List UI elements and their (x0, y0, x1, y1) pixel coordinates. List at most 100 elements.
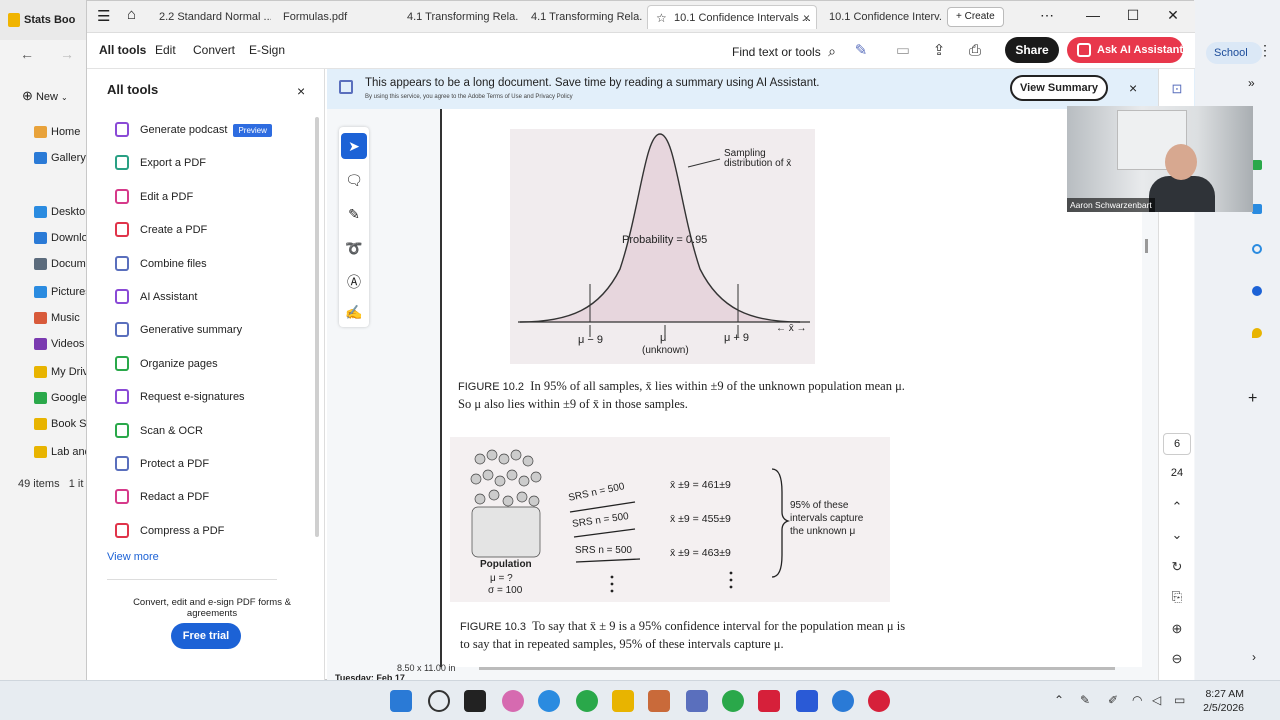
task-view-icon[interactable] (464, 690, 486, 712)
menu-convert[interactable]: Convert (193, 43, 235, 57)
settings-icon[interactable] (648, 690, 670, 712)
tool-generative-summary[interactable]: Generative summary (115, 319, 315, 341)
search-icon[interactable] (428, 690, 450, 712)
share-button[interactable]: Share (1005, 37, 1059, 63)
page-up-icon[interactable]: ⌃ (1159, 499, 1195, 515)
explorer-tab[interactable]: Stats Boo (0, 0, 90, 40)
menu-all-tools[interactable]: All tools (99, 43, 146, 57)
tool-request-e-signatures[interactable]: Request e-signatures (115, 386, 315, 408)
file-explorer-icon[interactable] (612, 690, 634, 712)
hamburger-menu-icon[interactable]: ☰ (97, 7, 110, 25)
clock[interactable]: 8:27 AM 2/5/2026 (1198, 687, 1244, 715)
minimize-icon[interactable]: — (1083, 7, 1103, 23)
tool-combine-files[interactable]: Combine files (115, 253, 315, 275)
tool-edit-a-pdf[interactable]: Edit a PDF (115, 186, 315, 208)
close-tab-icon[interactable]: × (803, 6, 810, 29)
explorer-nav-item[interactable]: Home (34, 122, 90, 142)
tool-scan-ocr[interactable]: Scan & OCR (115, 420, 315, 442)
explorer-nav-item[interactable]: Lab and (34, 442, 90, 462)
home-icon[interactable]: ⌂ (127, 6, 136, 23)
free-trial-button[interactable]: Free trial (171, 623, 241, 649)
tab-transforming-2[interactable]: 4.1 Transforming Rela... (523, 5, 643, 29)
calculator-icon[interactable] (686, 690, 708, 712)
upload-icon[interactable]: ⇪ (929, 41, 949, 61)
star-icon[interactable]: ☆ (656, 6, 667, 29)
wifi-icon[interactable]: ◠ (1132, 693, 1142, 707)
explorer-nav-item[interactable]: My Drive (34, 362, 90, 382)
person-icon[interactable] (1252, 286, 1262, 296)
new-button[interactable]: ⊕ New ⌄ (22, 88, 68, 104)
chrome-profile-icon[interactable] (722, 690, 744, 712)
tool-redact-a-pdf[interactable]: Redact a PDF (115, 486, 315, 508)
tab-standard-normal[interactable]: 2.2 Standard Normal ... (151, 5, 271, 29)
ai-tools-icon[interactable]: ✎ (851, 41, 871, 61)
tab-transforming-1[interactable]: 4.1 Transforming Rela... (399, 5, 519, 29)
save-icon[interactable]: ▭ (893, 41, 913, 61)
tool-ai-assistant[interactable]: AI Assistant (115, 286, 315, 308)
tool-export-a-pdf[interactable]: Export a PDF (115, 152, 315, 174)
pen-icon[interactable]: ✎ (1080, 693, 1090, 707)
explorer-nav-item[interactable]: Google (34, 388, 90, 408)
add-icon[interactable]: + (1248, 390, 1257, 408)
close-panel-icon[interactable]: × (297, 83, 305, 99)
menu-edit[interactable]: Edit (155, 43, 176, 57)
check-icon[interactable] (1252, 244, 1262, 254)
profile-school-button[interactable]: School (1206, 42, 1262, 64)
sign-icon[interactable]: ✍ (341, 299, 367, 325)
vertical-scrollbar[interactable] (1145, 239, 1148, 253)
explorer-nav-item[interactable]: Desktop (34, 202, 90, 222)
ask-ai-assistant-button[interactable]: Ask AI Assistant (1067, 37, 1183, 63)
tool-compress-a-pdf[interactable]: Compress a PDF (115, 520, 315, 542)
chevron-right-icon[interactable]: › (1252, 650, 1256, 664)
view-summary-button[interactable]: View Summary (1010, 75, 1108, 101)
zoom-out-icon[interactable]: ⊖ (1159, 651, 1195, 667)
print-icon[interactable]: ⎙ (965, 41, 985, 61)
text-box-icon[interactable]: Ⓐ (341, 269, 367, 295)
more-icon[interactable]: ⋯ (1037, 7, 1057, 24)
acrobat-reader-icon[interactable] (868, 690, 890, 712)
back-arrow-icon[interactable]: ← (20, 46, 34, 62)
select-cursor-icon[interactable]: ➤ (341, 133, 367, 159)
panel-scrollbar[interactable] (315, 117, 319, 537)
create-button[interactable]: + Create (947, 7, 1004, 27)
explorer-nav-item[interactable]: Pictures (34, 282, 90, 302)
chrome-icon[interactable] (576, 690, 598, 712)
word-icon[interactable] (796, 690, 818, 712)
extract-icon[interactable]: ⎘ (1159, 589, 1195, 605)
volume-icon[interactable]: ◁ (1152, 693, 1161, 707)
explorer-nav-item[interactable]: Downlo (34, 228, 90, 248)
edge-icon[interactable] (538, 690, 560, 712)
current-page-field[interactable]: 6 (1163, 433, 1191, 455)
zoom-in-icon[interactable]: ⊕ (1159, 621, 1195, 637)
more-options-icon[interactable]: ⋮ (1258, 42, 1272, 59)
stylus-icon[interactable]: ✐ (1108, 693, 1118, 707)
show-hidden-icons[interactable]: ⌃ (1054, 693, 1064, 707)
close-banner-icon[interactable]: × (1129, 80, 1137, 96)
copilot-icon[interactable] (502, 690, 524, 712)
maximize-icon[interactable]: ☐ (1123, 7, 1143, 24)
maps-icon[interactable] (1252, 328, 1262, 338)
tool-create-a-pdf[interactable]: Create a PDF (115, 219, 315, 241)
tool-generate-podcast[interactable]: Generate podcast Preview (115, 119, 315, 141)
acrobat-icon[interactable] (758, 690, 780, 712)
chevron-right-icon[interactable]: » (1248, 76, 1255, 90)
explorer-nav-item[interactable]: Music (34, 308, 90, 328)
explorer-nav-item[interactable]: Videos (34, 334, 90, 354)
horizontal-scrollbar[interactable] (479, 667, 1115, 670)
battery-icon[interactable]: ▭ (1174, 693, 1185, 707)
rotate-icon[interactable]: ↻ (1159, 559, 1195, 575)
zoom-icon[interactable] (832, 690, 854, 712)
video-call-overlay[interactable]: Aaron Schwarzenbart (1067, 106, 1253, 212)
menu-esign[interactable]: E-Sign (249, 43, 285, 57)
page-down-icon[interactable]: ⌄ (1159, 527, 1195, 543)
forward-arrow-icon[interactable]: → (60, 46, 74, 62)
ai-summary-icon[interactable]: ⊡ (1159, 81, 1195, 97)
start-icon[interactable] (390, 690, 412, 712)
sidebar-app-icon[interactable] (1252, 160, 1262, 170)
outlook-icon[interactable] (1252, 204, 1262, 214)
highlight-pen-icon[interactable]: ✎ (341, 201, 367, 227)
explorer-nav-item[interactable]: Gallery (34, 148, 90, 168)
close-window-icon[interactable]: ✕ (1163, 7, 1183, 24)
explorer-nav-item[interactable]: Book Sc (34, 414, 90, 434)
find-text-or-tools[interactable]: Find text or tools ⌕ (732, 43, 836, 60)
